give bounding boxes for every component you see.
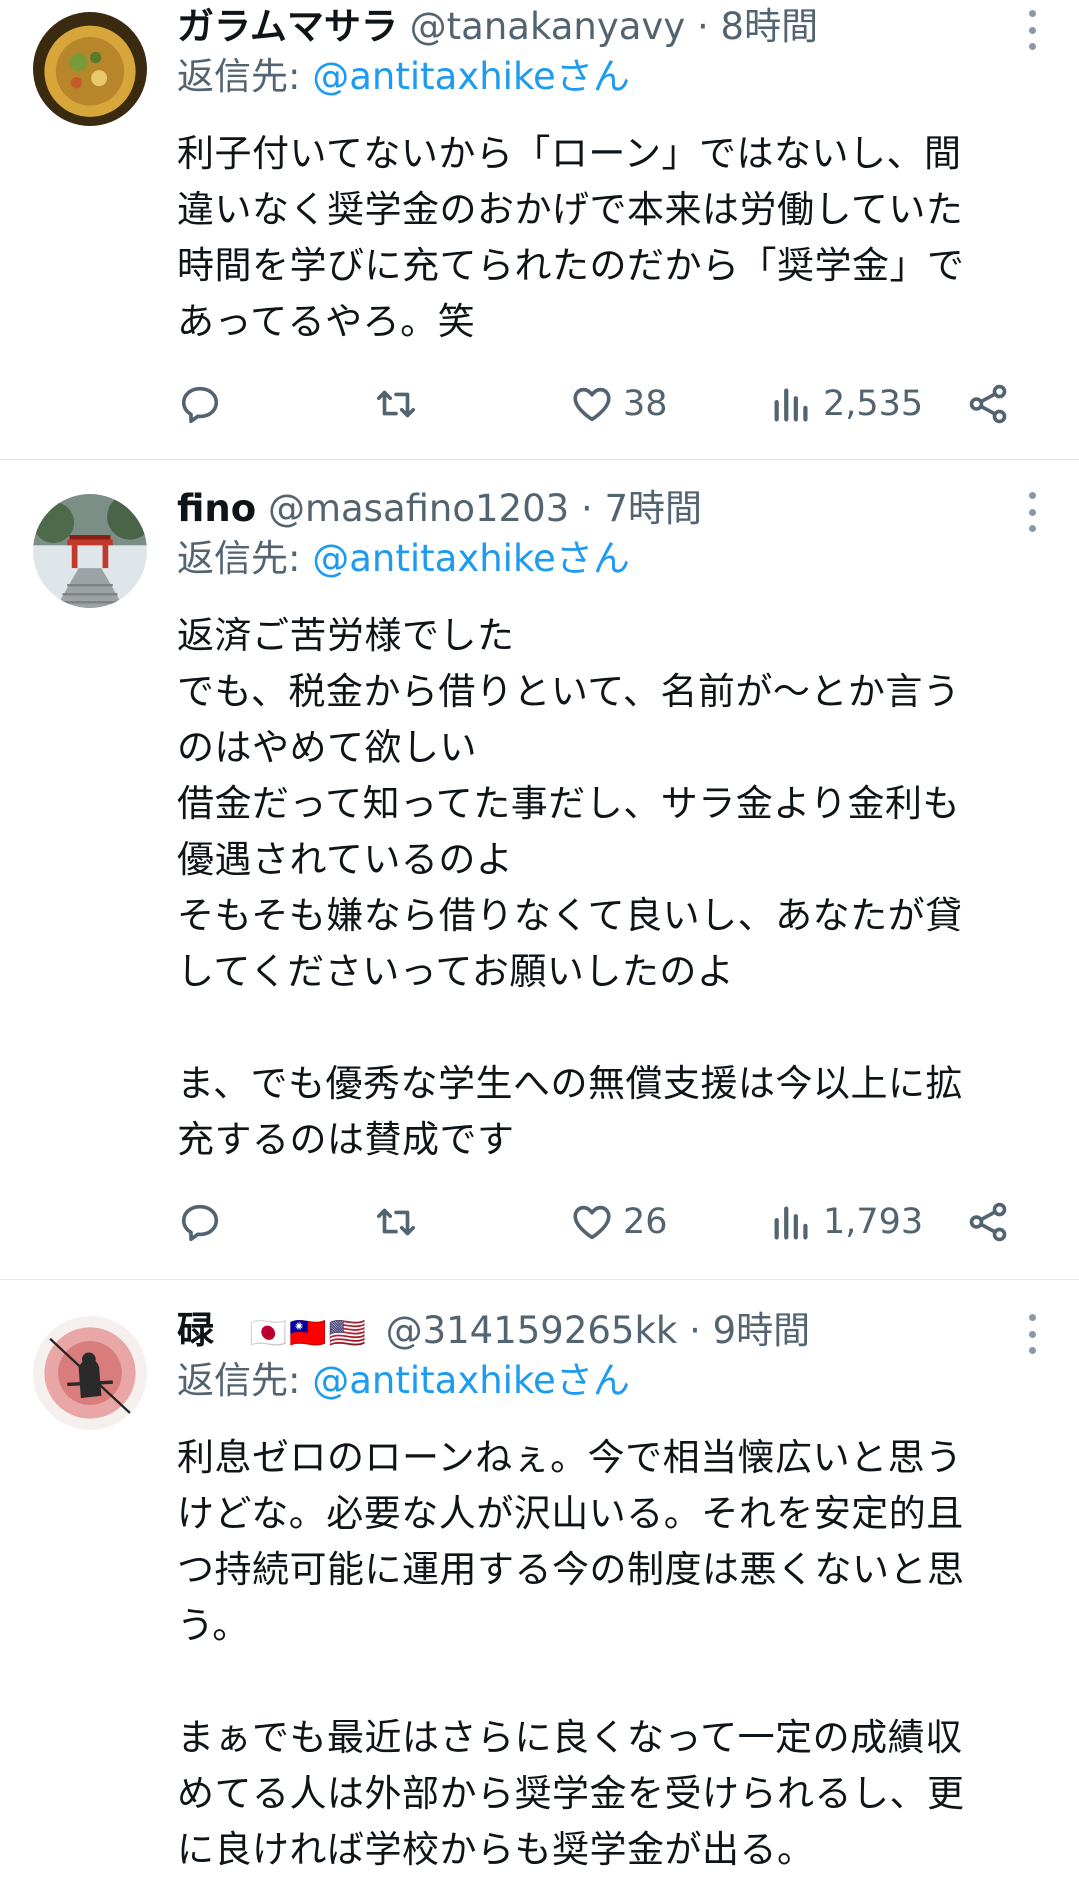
views-icon <box>774 388 808 422</box>
tweet[interactable]: fino @masafino1203 · 7時間 返信先: @antitaxhi… <box>0 460 1079 1280</box>
tweet-header: 碌 🇯🇵🇹🇼🇺🇸 @314159265kk · 9時間 <box>177 1306 989 1356</box>
tweet-header: fino @masafino1203 · 7時間 <box>177 484 989 534</box>
reply-to-line: 返信先: @antitaxhikeさん <box>177 1356 630 1406</box>
avatar[interactable] <box>33 12 147 126</box>
timestamp[interactable]: 8時間 <box>721 5 819 48</box>
share-icon <box>969 384 1007 424</box>
share-button[interactable] <box>965 374 1011 434</box>
retweet-icon <box>376 1208 416 1236</box>
tweet-text: 利息ゼロのローンねぇ。今で相当懐広いと思う けどな。必要な人が沢山いる。それを安… <box>177 1436 965 1871</box>
more-vertical-icon[interactable] <box>1027 1314 1037 1354</box>
views-button[interactable]: 1,793 <box>769 1192 923 1252</box>
display-name[interactable]: ガラムマサラ <box>177 5 398 48</box>
separator-dot: · <box>569 487 605 530</box>
avatar-food-image <box>33 12 147 126</box>
tweet-text: 利子付いてないから「ローン」ではないし、間 違いなく奨学金のおかげで本来は労働し… <box>177 132 965 343</box>
display-name[interactable]: fino <box>177 487 256 530</box>
reply-button[interactable] <box>177 1192 223 1252</box>
separator-dot: · <box>685 5 721 48</box>
timestamp[interactable]: 7時間 <box>604 487 702 530</box>
user-handle[interactable]: @tanakanyavy <box>410 5 686 48</box>
avatar-warrior-image <box>33 1316 147 1430</box>
reply-icon <box>181 1204 219 1242</box>
display-name[interactable]: 碌 <box>177 1309 214 1352</box>
reply-to-line: 返信先: @antitaxhikeさん <box>177 52 630 102</box>
reply-prefix: 返信先: <box>177 537 313 580</box>
view-count: 1,793 <box>823 1202 924 1242</box>
reply-mention-link[interactable]: @antitaxhikeさん <box>312 55 630 98</box>
timestamp[interactable]: 9時間 <box>713 1309 811 1352</box>
separator-dot: · <box>677 1309 713 1352</box>
reply-prefix: 返信先: <box>177 55 313 98</box>
avatar[interactable] <box>33 494 147 608</box>
more-vertical-icon[interactable] <box>1027 492 1037 532</box>
avatar-shrine-image <box>33 494 147 608</box>
reply-button[interactable] <box>177 374 223 434</box>
action-bar: 26 1,793 <box>177 1192 1037 1252</box>
tweet-header: ガラムマサラ @tanakanyavy · 8時間 <box>177 2 989 52</box>
retweet-button[interactable] <box>373 374 419 434</box>
heart-icon <box>573 387 611 422</box>
like-button[interactable]: 26 <box>569 1192 668 1252</box>
view-count: 2,535 <box>823 384 924 424</box>
like-button[interactable]: 38 <box>569 374 668 434</box>
reply-icon <box>181 386 219 424</box>
more-vertical-icon[interactable] <box>1027 10 1037 50</box>
reply-to-line: 返信先: @antitaxhikeさん <box>177 534 630 584</box>
retweet-button[interactable] <box>373 1192 419 1252</box>
retweet-icon <box>376 390 416 418</box>
views-icon <box>774 1206 808 1240</box>
user-handle[interactable]: @masafino1203 <box>268 487 569 530</box>
avatar[interactable] <box>33 1316 147 1430</box>
reply-prefix: 返信先: <box>177 1359 313 1402</box>
tweet-text: 返済ご苦労様でした でも、税金から借りといて、名前が〜とか言う のはやめて欲しい… <box>177 614 964 1161</box>
reply-mention-link[interactable]: @antitaxhikeさん <box>312 537 630 580</box>
tweet[interactable]: 碌 🇯🇵🇹🇼🇺🇸 @314159265kk · 9時間 返信先: @antita… <box>0 1280 1079 1882</box>
reply-mention-link[interactable]: @antitaxhikeさん <box>312 1359 630 1402</box>
flag-emojis: 🇯🇵🇹🇼🇺🇸 <box>249 1316 368 1351</box>
user-handle[interactable]: @314159265kk <box>386 1309 678 1352</box>
share-icon <box>969 1202 1007 1242</box>
views-button[interactable]: 2,535 <box>769 374 923 434</box>
share-button[interactable] <box>965 1192 1011 1252</box>
heart-icon <box>573 1205 611 1240</box>
tweet[interactable]: ガラムマサラ @tanakanyavy · 8時間 返信先: @antitaxh… <box>0 0 1079 460</box>
action-bar: 38 2,535 <box>177 374 1037 434</box>
like-count: 38 <box>623 384 668 424</box>
like-count: 26 <box>623 1202 668 1242</box>
